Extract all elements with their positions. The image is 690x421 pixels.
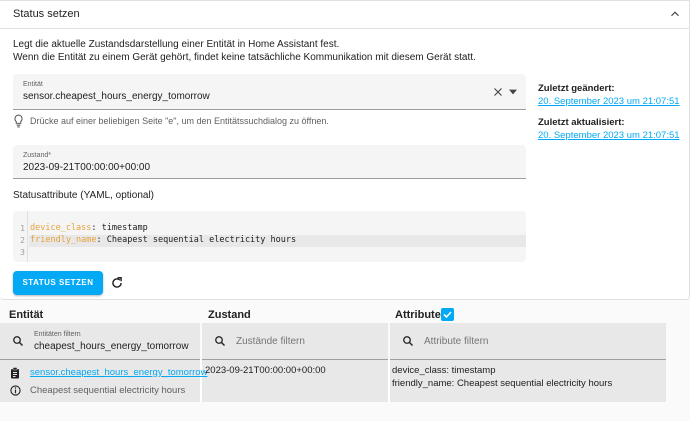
description-line-1: Legt die aktuelle Zustandsdarstellung ei… — [13, 39, 340, 50]
lightbulb-icon — [14, 114, 23, 128]
entity-filter-value[interactable]: cheapest_hours_energy_tomorrow — [34, 341, 189, 352]
row-friendly-name: Cheapest sequential electricity hours — [30, 385, 186, 396]
yaml-key: friendly_name — [30, 235, 97, 245]
card-title: Status setzen — [13, 8, 80, 20]
state-filter-placeholder[interactable]: Zustände filtern — [236, 336, 305, 347]
clipboard-icon[interactable] — [10, 367, 20, 379]
entity-filter[interactable]: Entitäten filtern cheapest_hours_energy_… — [0, 323, 200, 360]
column-header-attributes: Attribute — [395, 309, 441, 321]
search-icon — [215, 336, 225, 346]
close-icon[interactable] — [492, 86, 504, 98]
last-updated-label: Zuletzt aktualisiert: — [538, 117, 625, 128]
yaml-value: Cheapest sequential electricity hours — [101, 235, 297, 245]
row-attribute-line: friendly_name: Cheapest sequential elect… — [392, 378, 613, 389]
entity-picker[interactable]: Entität sensor.cheapest_hours_energy_tom… — [13, 74, 526, 110]
last-updated-link[interactable]: 20. September 2023 um 21:07:51 — [538, 130, 680, 141]
dropdown-arrow-icon[interactable] — [509, 89, 517, 95]
description-line-2: Wenn die Entität zu einem Gerät gehört, … — [13, 52, 476, 63]
column-header-state: Zustand — [208, 309, 251, 321]
last-changed-link[interactable]: 20. September 2023 um 21:07:51 — [538, 96, 680, 107]
entity-picker-label: Entität — [23, 81, 43, 88]
state-field-label: Zustand* — [23, 152, 52, 159]
attributes-checkbox-checked-icon[interactable] — [441, 308, 454, 321]
attributes-filter[interactable]: Attribute filtern — [390, 323, 666, 360]
search-icon — [403, 336, 413, 346]
search-icon — [13, 336, 23, 346]
info-icon[interactable] — [10, 385, 21, 396]
set-state-card: Status setzen Legt die aktuelle Zustands… — [0, 0, 690, 300]
line-number: 2 — [20, 236, 25, 245]
line-number: 1 — [20, 224, 25, 233]
row-state: 2023-09-21T00:00:00+00:00 — [205, 365, 326, 376]
attributes-filter-placeholder[interactable]: Attribute filtern — [424, 336, 488, 347]
row-entity-link[interactable]: sensor.cheapest_hours_energy_tomorrow — [30, 367, 207, 378]
card-description: Legt die aktuelle Zustandsdarstellung ei… — [13, 38, 513, 64]
refresh-icon[interactable] — [110, 276, 124, 290]
hint-text: Drücke auf einer beliebigen Seite "e", u… — [30, 116, 329, 126]
line-number: 3 — [20, 248, 25, 257]
yaml-value: timestamp — [96, 223, 148, 233]
state-field-value[interactable]: 2023-09-21T00:00:00+00:00 — [23, 162, 150, 173]
set-state-button[interactable]: STATUS SETZEN — [13, 271, 103, 295]
row-attribute-line: device_class: timestamp — [392, 365, 496, 376]
state-field[interactable]: Zustand* 2023-09-21T00:00:00+00:00 — [13, 145, 526, 179]
attributes-label: Statusattribute (YAML, optional) — [13, 190, 154, 201]
cell-divider — [388, 360, 390, 402]
last-changed-label: Zuletzt geändert: — [538, 83, 615, 94]
state-filter[interactable]: Zustände filtern — [202, 323, 388, 360]
entity-picker-value[interactable]: sensor.cheapest_hours_energy_tomorrow — [23, 91, 210, 102]
code-line-active[interactable]: friendly_name: Cheapest sequential elect… — [29, 235, 526, 247]
entity-filter-label: Entitäten filtern — [34, 331, 81, 338]
yaml-key: device_class — [30, 223, 92, 233]
yaml-editor[interactable]: 1 2 3 device_class: timestamp friendly_n… — [13, 211, 526, 262]
chevron-up-icon[interactable] — [668, 7, 682, 21]
card-header[interactable]: Status setzen — [0, 1, 690, 29]
column-header-entity: Entität — [9, 309, 44, 321]
code-line[interactable]: device_class: timestamp — [30, 223, 148, 235]
